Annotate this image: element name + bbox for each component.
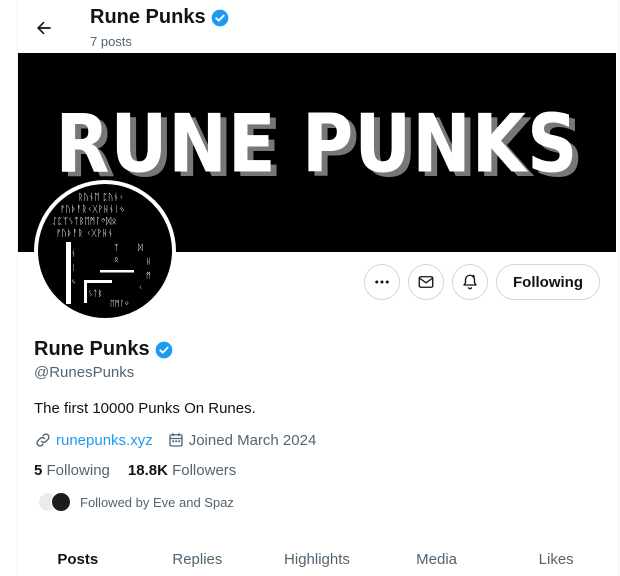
calendar-icon [169,433,183,447]
svg-text:ᛉ: ᛉ [114,243,119,252]
more-button[interactable] [364,264,400,300]
verified-badge-icon [211,9,228,26]
more-icon [375,280,389,284]
banner-text: RUNE PUNKS [55,96,579,192]
message-icon [418,276,434,288]
following-count: 5 [34,462,43,479]
tab-likes[interactable]: Likes [496,538,616,576]
following-stat[interactable]: 5 Following [34,462,110,479]
back-arrow-icon [37,21,51,35]
profile-bio: The first 10000 Punks On Runes. [34,400,256,417]
profile-handle: @RunesPunks [34,364,135,381]
followers-label: Followers [172,462,237,479]
svg-text:ᛇᛈᛉᛊᛏᛒᛖᛗᛚᛜᛞᛟ: ᛇᛈᛉᛊᛏᛒᛖᛗᛚᛜᛞᛟ [52,216,117,227]
svg-text:ᚺ: ᚺ [146,257,151,266]
profile-tabs: Posts Replies Highlights Media Likes [18,538,616,576]
notifications-button[interactable] [452,264,488,300]
followed-by-text: Followed by Eve and Spaz [80,494,234,510]
link-icon [36,433,50,447]
tab-highlights[interactable]: Highlights [257,538,377,576]
back-button[interactable] [24,8,64,48]
joined-date: Joined March 2024 [188,431,317,449]
svg-text:ᛁ: ᛁ [71,263,76,272]
notification-bell-icon [463,274,477,290]
profile-name-row: Rune Punks [34,338,174,361]
followers-count: 18.8K [127,462,168,479]
svg-text:ᛖᛗᛚᛜ: ᛖᛗᛚᛜ [110,299,129,308]
header-name: Rune Punks [90,6,206,28]
profile-stats: 5 Following 18.8K Followers [34,462,236,479]
svg-text:ᛞ: ᛞ [138,243,143,252]
following-label: Following [46,462,110,479]
tab-replies[interactable]: Replies [138,538,258,576]
svg-text:ᚠᚢᚦᚨᚱᚲᚷᚹᚺᚾᛁᛃ: ᚠᚢᚦᚨᚱᚲᚷᚹᚺᚾᛁᛃ [60,204,125,215]
svg-text:ᚱᚢᚾᛖ ᛈᚢᚾᚲ: ᚱᚢᚾᛖ ᛈᚢᚾᚲ [78,192,124,203]
tab-media[interactable]: Media [377,538,497,576]
verified-badge-icon [155,341,172,358]
website-link[interactable]: runepunks.xyz [56,432,153,449]
svg-text:ᛗ: ᛗ [146,271,151,280]
post-count: 7 posts [90,34,132,49]
svg-text:ᚾ: ᚾ [71,249,76,258]
follower-avatar [51,492,71,512]
svg-text:ᛃ: ᛃ [71,277,76,286]
profile-name: Rune Punks [34,338,150,360]
avatar[interactable]: ᚱᚢᚾᛖ ᛈᚢᚾᚲ ᚠᚢᚦᚨᚱᚲᚷᚹᚺᚾᛁᛃ ᛇᛈᛉᛊᛏᛒᛖᛗᛚᛜᛞᛟ ᚠᚢᚦᚨ… [38,184,172,318]
header-title: Rune Punks [90,6,230,29]
tab-posts[interactable]: Posts [18,538,138,576]
followed-by[interactable]: Followed by Eve and Spaz [38,492,234,512]
message-button[interactable] [408,264,444,300]
rune-punk-avatar-art: ᚱᚢᚾᛖ ᛈᚢᚾᚲ ᚠᚢᚦᚨᚱᚲᚷᚹᚺᚾᛁᛃ ᛇᛈᛉᛊᛏᛒᛖᛗᛚᛜᛞᛟ ᚠᚢᚦᚨ… [52,192,151,308]
svg-text:ᛊᛏᛒ: ᛊᛏᛒ [88,289,102,298]
svg-text:ᛟ: ᛟ [114,255,119,264]
following-button[interactable]: Following [496,264,600,300]
followers-stat[interactable]: 18.8K Followers [128,462,236,479]
svg-text:ᚲ: ᚲ [138,283,143,292]
profile-meta: runepunks.xyz Joined March 2024 [34,431,316,449]
svg-text:ᚠᚢᚦᚨᚱ ᚲᚷᚹᚺᚾ: ᚠᚢᚦᚨᚱ ᚲᚷᚹᚺᚾ [56,228,113,239]
